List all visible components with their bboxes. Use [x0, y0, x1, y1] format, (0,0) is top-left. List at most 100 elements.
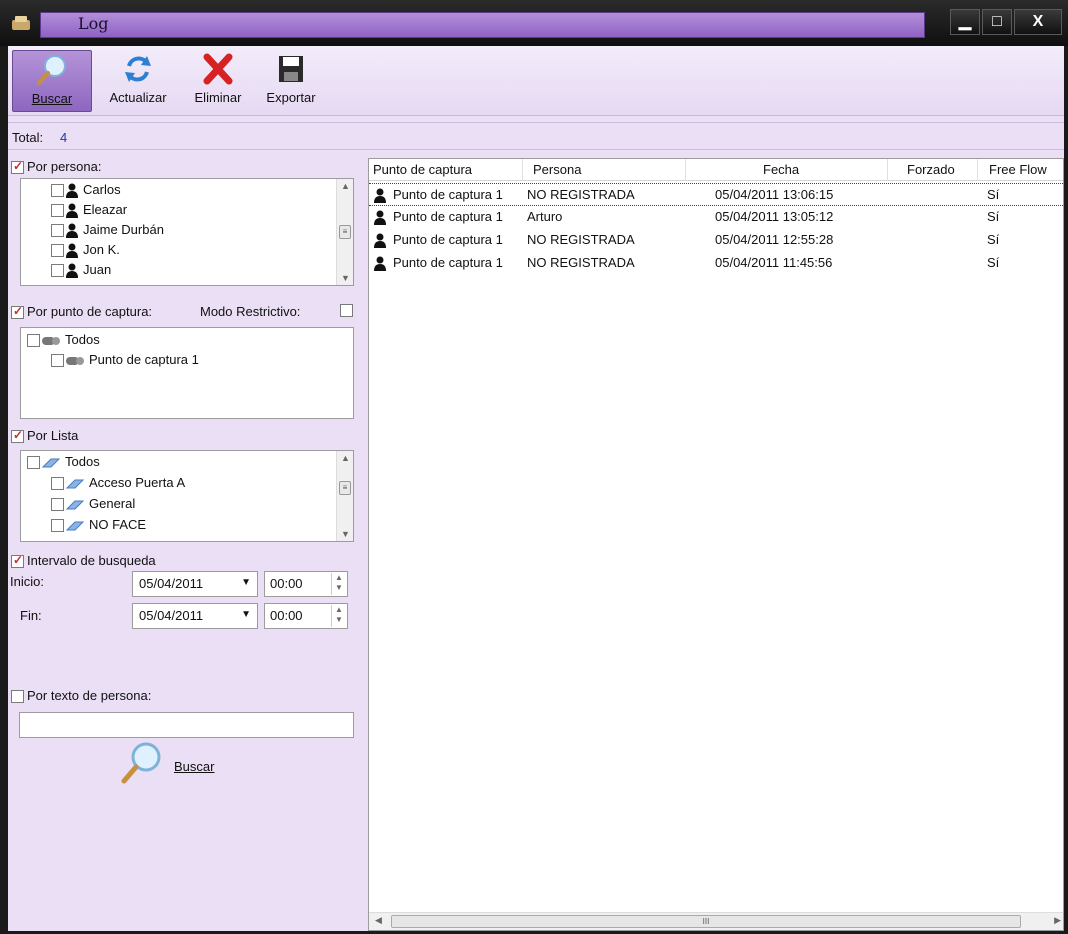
- item-checkbox[interactable]: [51, 264, 64, 278]
- title-bar[interactable]: Log ▁ □ X: [0, 0, 1068, 46]
- column-divider[interactable]: [977, 159, 978, 181]
- tree-root-item[interactable]: Todos: [27, 454, 100, 472]
- scroll-right-icon[interactable]: ▶: [1054, 915, 1061, 926]
- list-item[interactable]: Jaime Durbán: [51, 222, 164, 240]
- person-icon: [374, 233, 386, 248]
- table-cell: Punto de captura 1: [393, 187, 503, 202]
- item-label: Jon K.: [83, 242, 120, 257]
- scroll-left-icon[interactable]: ◀: [375, 915, 382, 926]
- log-grid[interactable]: Punto de captura Persona Fecha Forzado F…: [368, 158, 1064, 931]
- list-item[interactable]: Juan: [51, 262, 111, 280]
- interval-filter-checkbox[interactable]: [11, 553, 24, 569]
- table-row[interactable]: Punto de captura 1 NO REGISTRADA 05/04/2…: [369, 229, 1063, 252]
- column-divider[interactable]: [887, 159, 888, 181]
- item-label: Jaime Durbán: [83, 222, 164, 237]
- item-checkbox[interactable]: [51, 354, 64, 368]
- close-button[interactable]: X: [1014, 9, 1062, 35]
- column-header[interactable]: Free Flow: [989, 162, 1047, 177]
- item-checkbox[interactable]: [51, 224, 64, 238]
- table-row[interactable]: Punto de captura 1 NO REGISTRADA 05/04/2…: [369, 183, 1063, 206]
- tree-item[interactable]: General: [51, 496, 135, 514]
- column-divider[interactable]: [685, 159, 686, 181]
- save-icon: [279, 56, 303, 82]
- item-label: Todos: [65, 332, 100, 347]
- capture-filter-checkbox[interactable]: [11, 304, 24, 320]
- person-list[interactable]: Carlos Eleazar Jaime Durbán Jon K. Juan …: [20, 178, 354, 286]
- person-text-input[interactable]: [19, 712, 354, 738]
- chevron-down-icon[interactable]: ▼: [241, 577, 251, 588]
- list-filter-checkbox[interactable]: [11, 428, 24, 444]
- table-cell: NO REGISTRADA: [527, 187, 635, 202]
- minimize-button[interactable]: ▁: [950, 9, 980, 35]
- scroll-thumb[interactable]: ≡: [339, 225, 351, 239]
- spin-icon[interactable]: ▲ ▼: [331, 573, 346, 595]
- end-time-value: 00:00: [270, 608, 303, 623]
- column-divider[interactable]: [522, 159, 523, 181]
- tree-item[interactable]: NO FACE: [51, 517, 146, 535]
- item-checkbox[interactable]: [51, 184, 64, 198]
- grid-horizontal-scrollbar[interactable]: ◀ III ▶: [369, 912, 1063, 930]
- capture-point-tree[interactable]: Todos Punto de captura 1: [20, 327, 354, 419]
- list-filter-header[interactable]: Por Lista: [11, 428, 79, 444]
- search-icon: [37, 55, 66, 85]
- table-row[interactable]: Punto de captura 1 NO REGISTRADA 05/04/2…: [369, 252, 1063, 275]
- column-header[interactable]: Punto de captura: [373, 162, 472, 177]
- refresh-icon: [125, 56, 151, 82]
- table-cell: Punto de captura 1: [393, 209, 503, 224]
- list-item[interactable]: Jon K.: [51, 242, 120, 260]
- item-checkbox[interactable]: [51, 519, 64, 533]
- scroll-up-icon[interactable]: ▲: [341, 181, 350, 191]
- person-icon: [66, 203, 78, 219]
- scroll-thumb[interactable]: ≡: [339, 481, 351, 495]
- restrictive-mode-checkbox[interactable]: [340, 304, 353, 317]
- list-item[interactable]: Eleazar: [51, 202, 127, 220]
- scroll-down-icon[interactable]: ▼: [341, 273, 350, 283]
- person-filter-header[interactable]: Por persona:: [11, 159, 101, 175]
- list-tree-scrollbar[interactable]: ▲ ≡ ▼: [336, 451, 353, 541]
- maximize-button[interactable]: □: [982, 9, 1012, 35]
- tree-root-item[interactable]: Todos: [27, 332, 100, 350]
- tree-item[interactable]: Acceso Puerta A: [51, 475, 185, 493]
- item-checkbox[interactable]: [51, 477, 64, 491]
- item-checkbox[interactable]: [27, 456, 40, 470]
- item-checkbox[interactable]: [51, 204, 64, 218]
- column-header[interactable]: Forzado: [907, 162, 955, 177]
- interval-filter-header[interactable]: Intervalo de busqueda: [11, 553, 156, 569]
- spin-icon[interactable]: ▲ ▼: [331, 605, 346, 627]
- start-time-stepper[interactable]: 00:00 ▲ ▼: [264, 571, 348, 597]
- person-text-filter-header[interactable]: Por texto de persona:: [11, 688, 151, 704]
- search-button[interactable]: Buscar: [118, 739, 238, 789]
- filter-panel: Por persona: Carlos Eleazar Jaime Durbán…: [8, 154, 364, 931]
- end-time-stepper[interactable]: 00:00 ▲ ▼: [264, 603, 348, 629]
- table-cell: 05/04/2011 11:45:56: [715, 255, 833, 270]
- app-window: Log ▁ □ X Buscar Actualizar Eliminar Exp…: [0, 0, 1068, 934]
- item-label: NO FACE: [89, 517, 147, 532]
- end-date-picker[interactable]: 05/04/2011 ▼: [132, 603, 258, 629]
- chevron-down-icon[interactable]: ▼: [241, 609, 251, 620]
- list-tree[interactable]: Todos Acceso Puerta A General NO FACE ▲ …: [20, 450, 354, 542]
- column-header[interactable]: Fecha: [763, 162, 799, 177]
- scroll-up-icon[interactable]: ▲: [341, 453, 350, 463]
- item-checkbox[interactable]: [51, 498, 64, 512]
- person-filter-checkbox[interactable]: [11, 159, 24, 175]
- scroll-down-icon[interactable]: ▼: [341, 529, 350, 539]
- person-list-scrollbar[interactable]: ▲ ≡ ▼: [336, 179, 353, 285]
- window-title: Log: [78, 14, 109, 33]
- scroll-thumb[interactable]: III: [391, 915, 1021, 928]
- export-button[interactable]: Exportar: [258, 50, 324, 112]
- person-text-filter-checkbox[interactable]: [11, 690, 24, 704]
- list-filter-label: Por Lista: [27, 428, 79, 443]
- item-label: General: [89, 496, 136, 511]
- tree-item[interactable]: Punto de captura 1: [51, 352, 199, 370]
- item-checkbox[interactable]: [27, 334, 40, 348]
- table-row[interactable]: Punto de captura 1 Arturo 05/04/2011 13:…: [369, 206, 1063, 229]
- search-tool-button[interactable]: Buscar: [12, 50, 92, 112]
- start-date-picker[interactable]: 05/04/2011 ▼: [132, 571, 258, 597]
- delete-button[interactable]: Eliminar: [180, 50, 256, 112]
- column-header[interactable]: Persona: [533, 162, 581, 177]
- list-item[interactable]: Carlos: [51, 182, 121, 200]
- refresh-button[interactable]: Actualizar: [94, 50, 182, 112]
- capture-filter-header[interactable]: Por punto de captura:: [11, 304, 152, 320]
- end-date-value: 05/04/2011: [139, 608, 204, 623]
- item-checkbox[interactable]: [51, 244, 64, 258]
